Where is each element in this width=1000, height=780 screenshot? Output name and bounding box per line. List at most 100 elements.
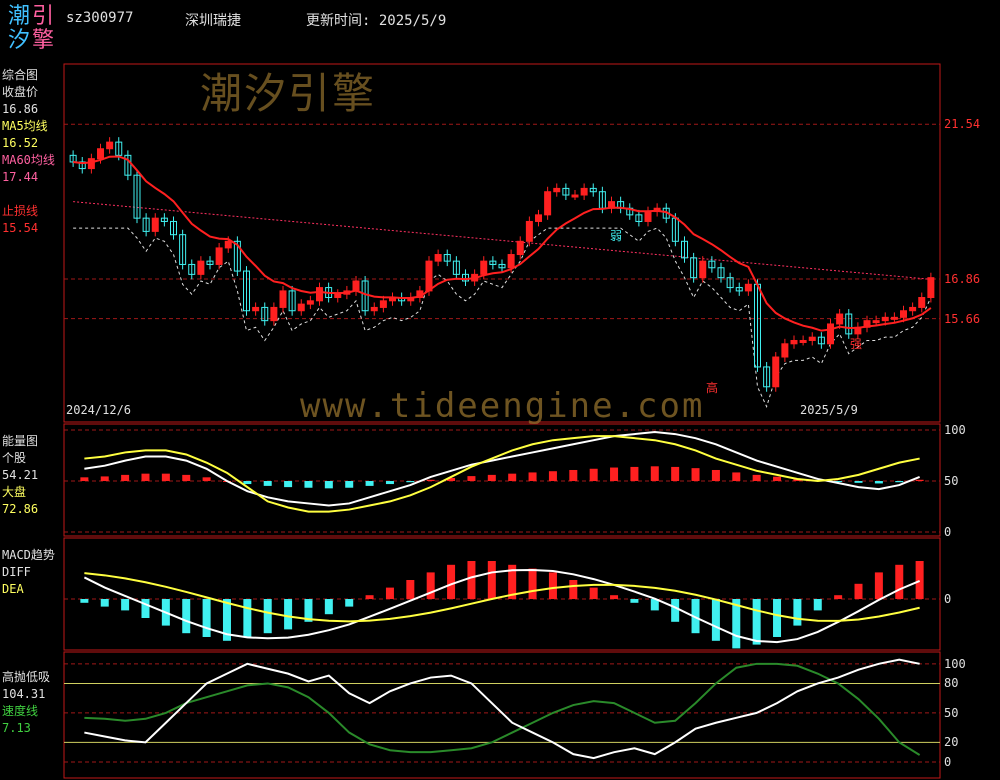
panel2-label-4: 72.86 [2, 502, 39, 516]
gpdx-axis-tick-4: 0 [944, 755, 952, 769]
candle-body-79 [790, 339, 798, 345]
candle-body-91 [900, 310, 907, 318]
panel3-label-2: DEA [2, 582, 24, 596]
macd-bar-1 [100, 599, 109, 607]
macd-bar-16 [406, 580, 415, 599]
candle-body-4 [106, 141, 114, 150]
candle-body-83 [827, 323, 834, 345]
energy-bar-29 [671, 466, 680, 481]
energy-bar-5 [182, 474, 191, 481]
energy-bar-14 [365, 481, 374, 486]
panel1-label-9: 15.54 [2, 221, 39, 235]
panel4-label-0: 高抛低吸 [2, 670, 51, 684]
price-axis-tick-0: 21.54 [944, 117, 981, 132]
energy-bar-2 [121, 474, 130, 481]
candle-body-40 [434, 254, 442, 262]
candle-body-22 [270, 306, 278, 322]
energy-bar-15 [385, 481, 394, 485]
watermark-brand: 潮汐引擎 [200, 69, 377, 118]
macd-bar-14 [365, 595, 374, 599]
macd-bar-33 [752, 599, 761, 645]
energy-bar-9 [263, 481, 272, 486]
macd-bar-38 [854, 583, 863, 599]
candle-body-77 [772, 356, 780, 388]
date-end-label: 2025/5/9 [800, 403, 858, 417]
energy-bar-0 [80, 477, 89, 481]
candle-body-56 [580, 187, 588, 196]
macd-bar-2 [121, 599, 130, 611]
macd-bar-29 [671, 599, 680, 622]
energy-bar-26 [610, 467, 619, 481]
macd-bar-20 [487, 561, 496, 599]
candle-body-26 [306, 300, 314, 305]
panel3-label-0: MACD趋势 [2, 548, 55, 562]
energy-bar-1 [100, 476, 109, 481]
macd-bar-37 [834, 595, 843, 599]
panel1-label-3: MA5均线 [2, 119, 48, 133]
energy-axis-tick-0: 100 [944, 423, 966, 437]
candle-body-89 [881, 316, 889, 322]
candle-body-50 [525, 220, 533, 242]
energy-bar-25 [589, 468, 598, 481]
macd-bar-23 [548, 572, 557, 599]
macd-bar-9 [263, 599, 272, 634]
macd-axis-tick-0: 0 [944, 592, 952, 606]
candle-body-2 [87, 158, 95, 170]
energy-bar-28 [650, 466, 659, 481]
candle-body-92 [909, 306, 917, 312]
candle-body-74 [744, 283, 752, 292]
panel4-label-3: 7.13 [2, 721, 31, 735]
macd-bar-25 [589, 587, 598, 599]
macd-bar-6 [202, 599, 211, 637]
candle-body-34 [379, 300, 387, 308]
macd-bar-3 [141, 599, 150, 618]
energy-bar-13 [345, 481, 354, 488]
energy-bar-32 [732, 472, 741, 481]
candle-body-93 [918, 297, 926, 308]
energy-bar-24 [569, 469, 578, 481]
candle-body-16 [215, 247, 223, 265]
energy-bar-19 [467, 476, 476, 481]
macd-bar-18 [447, 564, 456, 599]
marker-strong: 强 [850, 337, 863, 351]
candle-body-90 [890, 316, 898, 320]
candle-body-25 [297, 303, 305, 312]
energy-bar-3 [141, 473, 150, 481]
macd-bar-26 [610, 595, 619, 599]
macd-bar-39 [874, 572, 883, 599]
panel1-label-8: 止损线 [2, 204, 39, 218]
macd-bar-34 [773, 599, 782, 637]
price-axis-tick-2: 15.66 [944, 311, 981, 326]
energy-bar-16 [406, 481, 415, 483]
candle-body-20 [252, 306, 260, 312]
candle-body-39 [425, 260, 433, 292]
panel2-label-0: 能量图 [2, 434, 39, 448]
candle-body-51 [535, 214, 542, 222]
candle-body-9 [151, 217, 159, 232]
candle-body-14 [197, 260, 205, 275]
energy-bar-12 [324, 481, 333, 489]
energy-bar-31 [711, 469, 720, 481]
candle-body-81 [808, 336, 816, 341]
candle-body-49 [516, 240, 524, 256]
panel4-label-2: 速度线 [2, 704, 39, 718]
energy-market-line [84, 435, 920, 513]
candle-body-78 [781, 343, 789, 358]
candle-body-84 [836, 313, 844, 325]
marker-high: 高 [706, 381, 719, 395]
date-start-label: 2024/12/6 [66, 403, 132, 417]
energy-bar-11 [304, 481, 313, 488]
macd-bar-24 [569, 580, 578, 599]
candle-body-3 [97, 148, 104, 160]
energy-bar-10 [284, 481, 293, 488]
energy-bar-40 [895, 481, 904, 483]
candle-body-55 [571, 194, 579, 198]
candle-body-45 [480, 260, 488, 275]
panel2-label-1: 个股 [2, 451, 27, 465]
panel1-label-4: 16.52 [2, 136, 39, 150]
panel2-label-3: 大盘 [2, 485, 27, 499]
candle-body-88 [872, 320, 880, 324]
candle-body-53 [553, 187, 561, 193]
macd-bar-17 [426, 572, 435, 599]
energy-bar-34 [773, 476, 782, 481]
